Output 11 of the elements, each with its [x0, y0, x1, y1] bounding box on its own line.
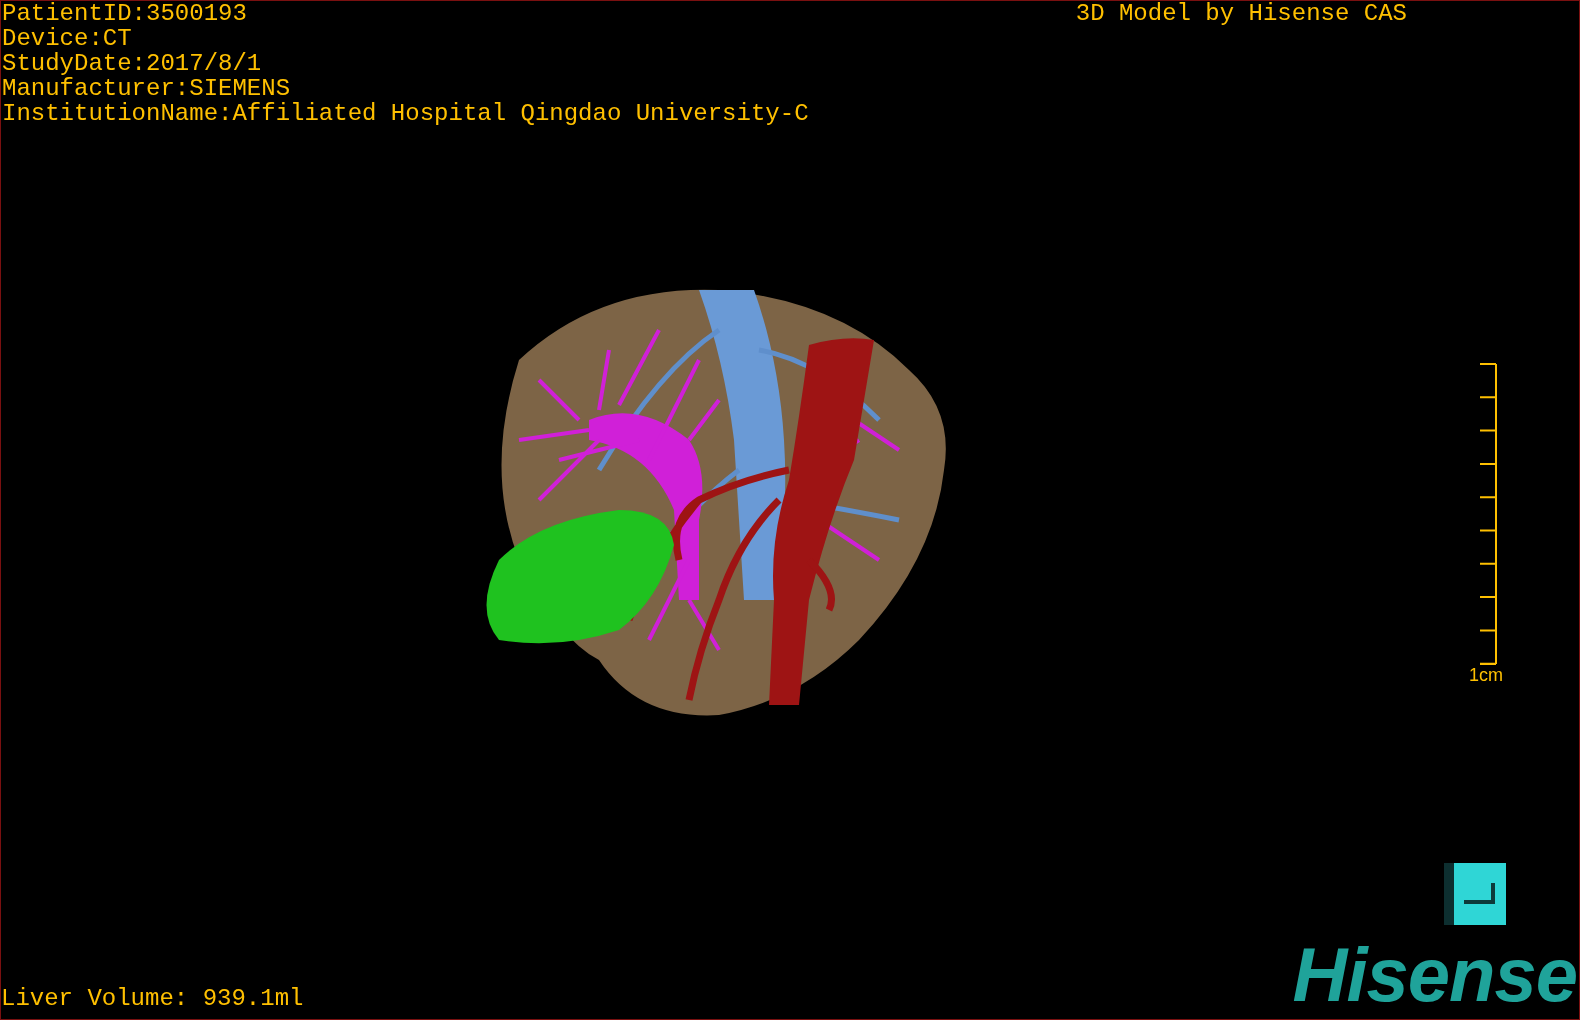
corner-icon	[1464, 883, 1496, 905]
viewer-title: 3D Model by Hisense CAS	[1075, 1, 1407, 29]
brand-logo: Hisense	[1292, 943, 1577, 1007]
patient-info-text: PatientID:3500193	[2, 1, 248, 26]
scale-bar-label: 1cm	[1469, 665, 1503, 686]
patient-info-text: Device:CT	[2, 26, 133, 51]
patient-info-text: Manufacturer:SIEMENS	[2, 76, 292, 101]
patient-info-text: StudyDate:2017/8/1	[2, 51, 263, 76]
liver-volume-text: Liver Volume: 939.1ml	[1, 986, 304, 1011]
patient-info-text: InstitutionName:Affiliated Hospital Qingdao University-C	[2, 101, 809, 126]
corner-button[interactable]	[1444, 863, 1506, 925]
